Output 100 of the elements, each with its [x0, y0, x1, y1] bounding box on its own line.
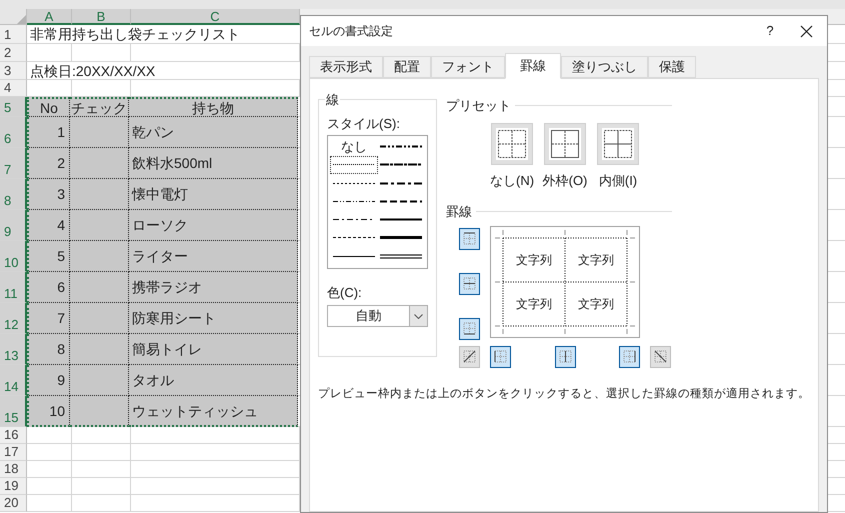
column-header[interactable]: B	[72, 9, 131, 25]
border-line-icon	[463, 350, 476, 363]
border-toggle-button[interactable]	[554, 346, 576, 368]
color-value: 自動	[354, 307, 382, 325]
row-header[interactable]: 15	[0, 396, 27, 427]
row-header[interactable]: 13	[0, 334, 27, 365]
item-cell: 防寒用シート	[129, 303, 298, 334]
item-cell: 懐中電灯	[129, 179, 298, 210]
item-cell: 乾パン	[129, 117, 298, 148]
cell-text: 点検日:20XX/XX/XX	[27, 62, 300, 80]
line-sample-icon	[332, 217, 375, 222]
tab[interactable]: 保護	[648, 56, 696, 78]
tab[interactable]: 配置	[383, 56, 431, 78]
border-toggle-button[interactable]	[459, 346, 480, 368]
preset-button[interactable]	[491, 122, 533, 164]
number-cell: 4	[27, 210, 70, 241]
number-cell: 8	[27, 334, 70, 365]
row-header[interactable]: 10	[0, 241, 27, 272]
number-cell: 3	[27, 179, 70, 210]
number-cell: 9	[27, 365, 70, 396]
item-cell: ライター	[129, 241, 298, 272]
border-line-icon	[654, 350, 667, 363]
border-line-icon	[463, 232, 476, 245]
tab[interactable]: 表示形式	[309, 56, 383, 78]
preset-button[interactable]	[544, 122, 586, 164]
border-toggle-button[interactable]	[490, 346, 511, 368]
line-sample-icon	[380, 144, 422, 149]
item-cell: タオル	[129, 365, 298, 396]
row-header[interactable]: 4	[0, 80, 27, 97]
border-preview[interactable]: 文字列 文字列 文字列 文字列	[490, 226, 640, 338]
line-sample-icon	[380, 180, 422, 186]
style-label: スタイル(S):	[327, 114, 401, 132]
number-cell: 10	[27, 396, 70, 427]
line-sample-icon	[380, 162, 422, 168]
line-sample-icon	[380, 254, 422, 259]
line-style-option[interactable]: なし	[330, 138, 378, 156]
line-sample-icon	[380, 235, 422, 240]
tab[interactable]: 塗りつぶし	[561, 56, 648, 78]
empty-cell	[72, 495, 131, 512]
row-header[interactable]: 16	[0, 427, 27, 444]
group-title: 線	[325, 91, 340, 109]
column-heading-cell: No	[27, 97, 70, 117]
column-heading-cell: チェック	[70, 97, 129, 117]
row-header[interactable]: 12	[0, 303, 27, 334]
dialog-title: セルの書式設定	[309, 23, 394, 40]
border-toggle-button[interactable]	[459, 272, 480, 294]
preset-label: なし(N)	[490, 172, 534, 190]
line-style-option[interactable]	[330, 156, 378, 174]
number-cell: 1	[27, 117, 70, 148]
row-header[interactable]: 6	[0, 117, 27, 148]
preset-button[interactable]	[597, 122, 639, 164]
chevron-down-icon	[414, 314, 423, 318]
number-cell: 7	[27, 303, 70, 334]
border-line-icon	[463, 322, 476, 335]
border-line-icon	[463, 277, 476, 290]
line-sample-icon	[332, 162, 375, 168]
row-header[interactable]: 7	[0, 148, 27, 179]
row-header[interactable]: 8	[0, 179, 27, 210]
row-header[interactable]: 3	[0, 62, 27, 80]
item-cell: ウェットティッシュ	[129, 396, 298, 427]
sample-text: 文字列	[516, 296, 552, 312]
row-header[interactable]: 18	[0, 461, 27, 478]
border-toggle-button[interactable]	[459, 228, 480, 250]
border-line-icon	[558, 350, 572, 363]
row-header[interactable]: 9	[0, 210, 27, 241]
color-label: 色(C):	[327, 284, 363, 302]
help-button[interactable]: ?	[760, 21, 780, 41]
section-title: プリセット	[446, 97, 511, 115]
number-cell: 2	[27, 148, 70, 179]
row-header[interactable]: 2	[0, 44, 27, 62]
row-header[interactable]: 20	[0, 495, 27, 512]
row-header[interactable]: 19	[0, 478, 27, 495]
close-icon[interactable]	[800, 24, 813, 38]
row-header[interactable]: 14	[0, 365, 27, 396]
empty-cell	[72, 427, 131, 444]
grid-icon	[549, 128, 581, 160]
sample-text: 文字列	[516, 252, 552, 268]
color-dropdown[interactable]: 自動	[327, 305, 428, 327]
border-toggle-button[interactable]	[459, 318, 480, 340]
description-text: プレビュー枠内または上のボタンをクリックすると、選択した罫線の種類が適用されます。	[318, 386, 810, 402]
border-toggle-button[interactable]	[619, 346, 640, 368]
row-header[interactable]: 5	[0, 97, 27, 117]
number-cell: 5	[27, 241, 70, 272]
section-title: 罫線	[446, 203, 472, 221]
border-toggle-button[interactable]	[650, 346, 671, 368]
row-header[interactable]: 11	[0, 272, 27, 303]
row-header[interactable]: 17	[0, 444, 27, 461]
tab[interactable]: フォント	[431, 56, 505, 78]
item-cell: 簡易トイレ	[129, 334, 298, 365]
border-line-icon	[494, 350, 507, 363]
cell-text: 非常用持ち出し袋チェックリスト	[27, 25, 300, 44]
column-header[interactable]: A	[27, 9, 72, 25]
tab[interactable]: 罫線	[505, 53, 561, 79]
row-header[interactable]: 1	[0, 25, 27, 44]
empty-cell	[72, 478, 131, 495]
line-sample-icon	[380, 217, 422, 222]
number-cell: 6	[27, 272, 70, 303]
column-header[interactable]: C	[131, 9, 300, 25]
preset-label: 内側(I)	[598, 172, 638, 190]
item-cell: 飲料水500ml	[129, 148, 298, 179]
